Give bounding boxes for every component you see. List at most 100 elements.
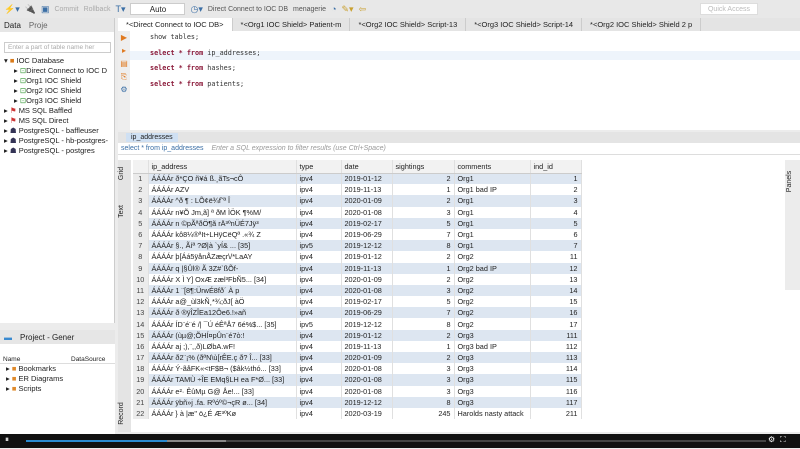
back-icon[interactable]: ⇦ (359, 4, 367, 15)
cell-ind-id[interactable]: 1 (530, 173, 582, 185)
column-header-sightings[interactable]: sightings (392, 160, 455, 174)
tree-item[interactable]: ▸ ⚑ MS SQL Direct (0, 116, 114, 126)
cell-comments[interactable]: Org2 (454, 251, 531, 263)
cell-type[interactable]: ipv4 (296, 396, 342, 408)
connect-icon[interactable]: 🔌 (25, 4, 36, 15)
table-row[interactable]: 18 ÁÁÁÁr Ý-ãåFK«<tF$B¬ ($âk½thó... [33] ip… (133, 363, 582, 375)
cell-date[interactable]: 2019-01-12 (341, 173, 393, 185)
cell-type[interactable]: ipv4 (296, 352, 342, 364)
tree-item[interactable]: ▸ ⊡Org3 IOC Shield (0, 96, 114, 106)
cell-comments[interactable]: Org1 (454, 240, 531, 252)
cell-sightings[interactable]: 3 (392, 284, 455, 297)
cell-ind-id[interactable]: 16 (530, 307, 582, 319)
cell-sightings[interactable]: 8 (392, 318, 455, 330)
cell-comments[interactable]: Org3 (454, 396, 531, 408)
cell-ind-id[interactable]: 12 (530, 262, 582, 274)
cell-ind-id[interactable]: 15 (530, 296, 582, 308)
cell-type[interactable]: ipv4 (296, 228, 342, 241)
cell-sightings[interactable]: 7 (392, 307, 455, 319)
cell-date[interactable]: 2019-06-29 (341, 307, 393, 319)
format-icon[interactable]: ⎘ (118, 70, 130, 83)
cell-comments[interactable]: Org3 (454, 363, 531, 375)
cell-type[interactable]: ipv5 (296, 318, 342, 330)
cell-ip-address[interactable]: ÁÁÁÁr aj ;),¨,,ð)LØbA.wF! (148, 340, 297, 352)
cell-comments[interactable]: Org3 (454, 374, 531, 386)
table-row[interactable]: 13 ÁÁÁÁr ð ®ÿÎZÎEa12Ôe6.!»añ ipv4 2019-06-2… (133, 307, 582, 319)
row-number[interactable]: 14 (133, 318, 149, 330)
panels-tab[interactable]: Panels (786, 171, 793, 192)
cell-ind-id[interactable]: 117 (530, 396, 582, 408)
cell-date[interactable]: 2020-01-09 (341, 195, 393, 207)
row-number[interactable]: 9 (133, 262, 149, 274)
cell-type[interactable]: ipv4 (296, 385, 342, 397)
cell-comments[interactable]: Org1 (454, 217, 531, 229)
cell-sightings[interactable]: 5 (392, 217, 455, 229)
table-row[interactable]: 14 ÁÁÁÁr ÍD¨é¨é /| ¯Ú éÊªÅ7 6é%$... [35] i… (133, 318, 582, 330)
commit-button[interactable]: Commit (54, 6, 78, 13)
cell-type[interactable]: ipv4 (296, 195, 342, 207)
table-row[interactable]: 6 ÁÁÁÁr kô8¼®ªIt÷LHÿCëQª .«¾ Zipv4 2019-06… (133, 228, 582, 241)
row-number[interactable]: 6 (133, 228, 149, 241)
row-number[interactable]: 2 (133, 184, 149, 196)
tools-icon[interactable]: ✎▾ (342, 4, 354, 15)
table-row[interactable]: 7 ÁÁÁÁr §., Ãíª ?Ø|à `yÍ& ... [35] ipv5 201… (133, 240, 582, 252)
row-number[interactable]: 21 (133, 396, 149, 408)
cell-ip-address[interactable]: ÁÁÁÁr } à |æ" ö¿É Æ³ºKø (148, 407, 297, 420)
cell-comments[interactable]: Org3 bad IP (454, 340, 531, 352)
cell-ip-address[interactable]: ÁÁÁÁr ÿbñ»j .fa. Rºóº©¬çR ø... [34] (148, 396, 297, 408)
grid-view-tab[interactable]: Grid (118, 167, 125, 180)
cell-type[interactable]: ipv4 (296, 284, 342, 297)
record-view-tab[interactable]: Record (118, 402, 125, 425)
video-seek-bar[interactable] (26, 440, 766, 442)
cell-ind-id[interactable]: 17 (530, 318, 582, 330)
project-item[interactable]: ▸ ■ Bookmarks (0, 364, 115, 374)
cell-type[interactable]: ipv4 (296, 184, 342, 196)
cell-ind-id[interactable]: 114 (530, 363, 582, 375)
column-header-type[interactable]: type (296, 160, 342, 174)
cell-type[interactable]: ipv4 (296, 340, 342, 352)
table-row[interactable]: 4 ÁÁÁÁr n¥Õ Jm,ã] ª ðM ÌÖK ¶%M/ipv4 2020-0… (133, 206, 582, 218)
cell-ip-address[interactable]: ÁÁÁÁr X Ì Y] OxÆ zæl³FbÑ5... [34] (148, 273, 297, 285)
cell-ind-id[interactable]: 5 (530, 217, 582, 229)
cell-ip-address[interactable]: ÁÁÁÁr Ý-ãåFK«<tF$B¬ ($âk½thó... [33] (148, 363, 297, 375)
cell-type[interactable]: ipv4 (296, 251, 342, 263)
cell-type[interactable]: ipv4 (296, 262, 342, 274)
row-number[interactable]: 4 (133, 206, 149, 218)
column-header-ip-address[interactable]: ip_address (148, 160, 297, 174)
cell-comments[interactable]: Org2 (454, 307, 531, 319)
cell-sightings[interactable]: 2 (392, 173, 455, 185)
table-row[interactable]: 12 ÁÁÁÁr a@_ùl3kÑ¸*¾;ðJ[ àÖ ipv4 2019-02-17… (133, 296, 582, 308)
cell-ind-id[interactable]: 113 (530, 352, 582, 364)
cell-comments[interactable]: Org2 (454, 284, 531, 297)
tree-item[interactable]: ▸ ☗ PostgreSQL - postgres (0, 146, 114, 156)
cell-ind-id[interactable]: 2 (530, 184, 582, 196)
cell-ip-address[interactable]: ÁÁÁÁr n ©pÃªðÖ¶ã rÄ³ºnÜÉ7Jÿ³ (148, 217, 297, 229)
cell-date[interactable]: 2019-12-12 (341, 318, 393, 330)
tree-item[interactable]: ▸ ⊡Org2 IOC Shield (0, 86, 114, 96)
execute-script-icon[interactable]: ▸ (118, 44, 130, 57)
column-header-date[interactable]: date (341, 160, 393, 174)
cell-ip-address[interactable]: ÁÁÁÁr þ[Áá5ÿånÅZæçr\/*LaAY (148, 251, 297, 263)
cell-sightings[interactable]: 2 (392, 251, 455, 263)
new-connection-icon[interactable]: ⚡▾ (4, 4, 20, 15)
cell-sightings[interactable]: 7 (392, 228, 455, 241)
cell-date[interactable]: 2019-12-12 (341, 396, 393, 408)
table-row[interactable]: 2 ÁÁÁÁr AZV ipv4 2019-11-13 1 Org1 bad IP 2 (133, 184, 582, 196)
cell-sightings[interactable]: 2 (392, 195, 455, 207)
cell-ip-address[interactable]: ÁÁÁÁr §., Ãíª ?Ø|à `yÍ& ... [35] (148, 240, 297, 252)
active-connection-select[interactable]: Direct Connect to IOC DB (208, 6, 288, 13)
cell-ind-id[interactable]: 13 (530, 273, 582, 285)
row-number[interactable]: 16 (133, 340, 149, 352)
table-row[interactable]: 22 ÁÁÁÁr } à |æ" ö¿É Æ³ºKø ipv4 2020-03-19 2… (133, 407, 582, 420)
cell-ind-id[interactable]: 211 (530, 407, 582, 420)
cell-sightings[interactable]: 1 (392, 184, 455, 196)
row-number[interactable]: 5 (133, 217, 149, 229)
sql-editor[interactable]: *<Direct Connect to IOC DB> *<Org1 IOC S… (118, 18, 800, 130)
cell-comments[interactable]: Org2 (454, 273, 531, 285)
cell-comments[interactable]: Org2 bad IP (454, 262, 531, 274)
history-icon[interactable]: ◷▾ (190, 4, 202, 15)
table-row[interactable]: 16 ÁÁÁÁr aj ;),¨,,ð)LØbA.wF! ipv4 2019-11-1… (133, 340, 582, 352)
cell-type[interactable]: ipv4 (296, 217, 342, 229)
cell-date[interactable]: 2019-02-17 (341, 296, 393, 308)
cell-ip-address[interactable]: ÁÁÁÁr q |§Ûl® Ã 3Z#`ßÕf- (148, 262, 297, 274)
